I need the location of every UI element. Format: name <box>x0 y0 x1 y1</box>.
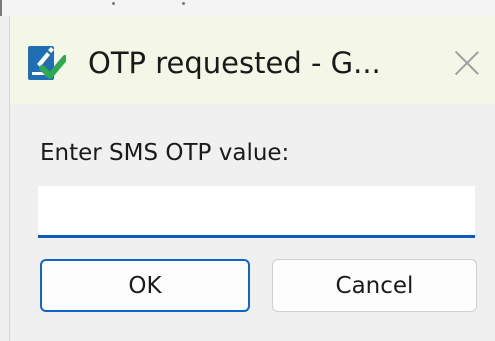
app-icon <box>28 46 66 80</box>
background-dot <box>182 2 185 5</box>
dialog-title: OTP requested - G... <box>88 46 381 80</box>
otp-input[interactable] <box>38 186 475 238</box>
otp-prompt-label: Enter SMS OTP value: <box>40 140 290 166</box>
cancel-button[interactable]: Cancel <box>272 259 477 312</box>
ok-button[interactable]: OK <box>40 259 250 312</box>
title-bar[interactable]: OTP requested - G... <box>10 16 495 104</box>
screen: OTP requested - G... Enter SMS OTP value… <box>0 0 495 341</box>
background-window-edge <box>0 0 495 16</box>
close-icon[interactable] <box>450 46 484 80</box>
otp-dialog: OTP requested - G... Enter SMS OTP value… <box>9 16 495 341</box>
background-dot <box>112 2 115 5</box>
